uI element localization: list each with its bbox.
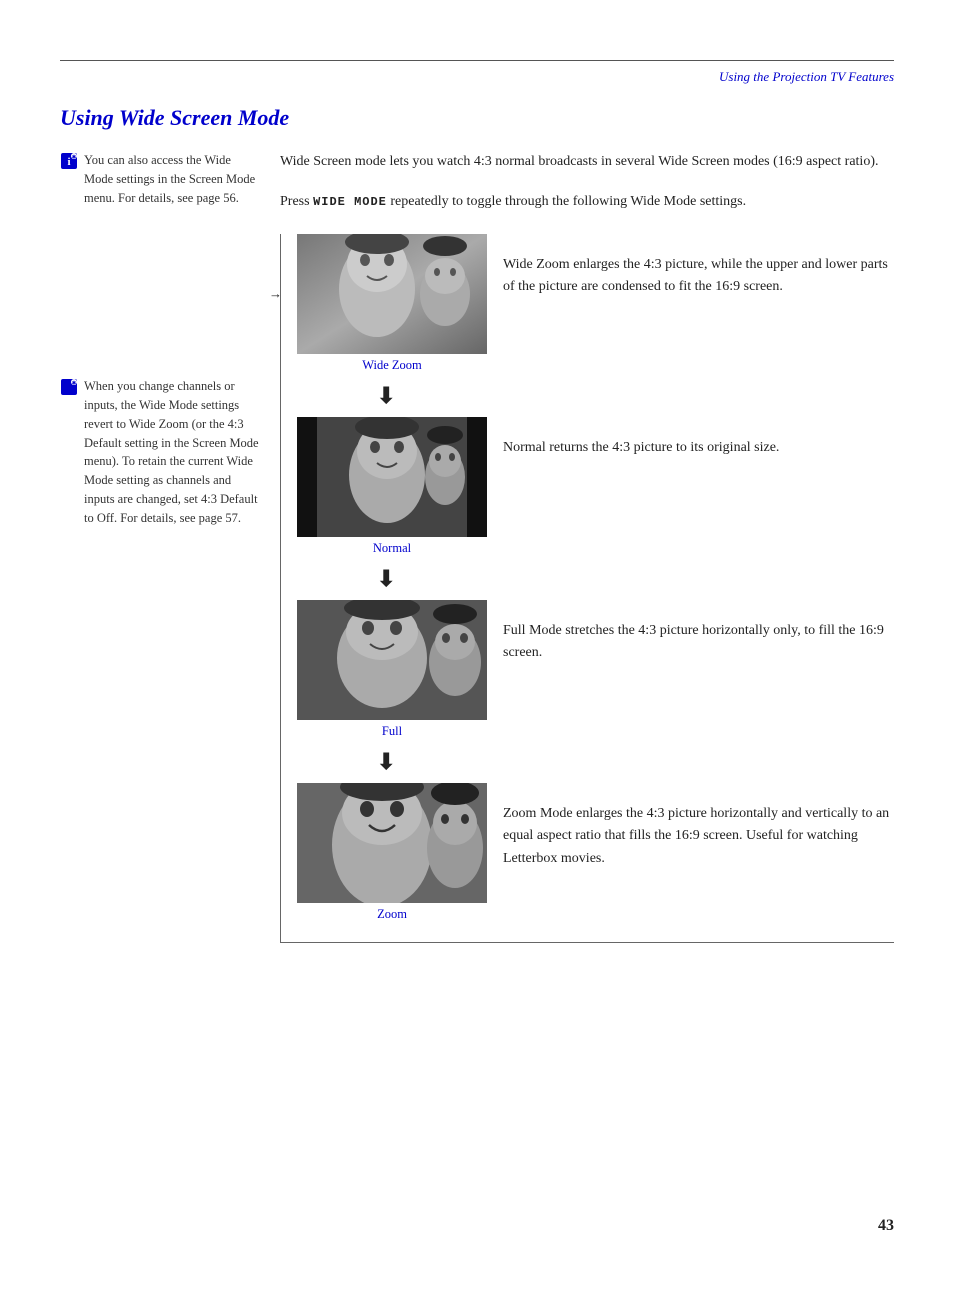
sidebar: i ✱ You can also access the Wide Mode se… <box>60 151 260 943</box>
mode-image-col-zoom: Zoom <box>297 783 487 922</box>
full-label: Full <box>382 724 402 739</box>
mode-image-col-normal: Normal <box>297 417 487 556</box>
zoom-description: Zoom Mode enlarges the 4:3 picture horiz… <box>503 783 894 870</box>
mode-image-full <box>297 600 487 720</box>
press-instruction: Press WIDE MODE repeatedly to toggle thr… <box>280 191 894 213</box>
zoom-label: Zoom <box>377 907 407 922</box>
mode-image-zoom <box>297 783 487 903</box>
wide-zoom-label: Wide Zoom <box>362 358 422 373</box>
modes-outer-box: → <box>280 234 894 943</box>
page-container: Using the Projection TV Features Using W… <box>0 60 954 1295</box>
arrow-down-1: ⬇ <box>377 383 894 409</box>
note-block-2: ✱ When you change channels or inputs, th… <box>60 377 260 527</box>
intro-text: Wide Screen mode lets you watch 4:3 norm… <box>280 151 894 173</box>
arrow-down-3: ⬇ <box>377 749 894 775</box>
chapter-title: Using the Projection TV Features <box>719 69 894 85</box>
wide-zoom-description: Wide Zoom enlarges the 4:3 picture, whil… <box>503 234 894 299</box>
mode-image-normal <box>297 417 487 537</box>
mode-image-col-full: Full <box>297 600 487 739</box>
content-right: Wide Screen mode lets you watch 4:3 norm… <box>280 151 894 943</box>
note-block-1: i ✱ You can also access the Wide Mode se… <box>60 151 260 207</box>
note-icon-1: i ✱ <box>60 152 78 170</box>
mode-row-zoom: Zoom Zoom Mode enlarges the 4:3 picture … <box>297 783 894 922</box>
arrow-down-2: ⬇ <box>377 566 894 592</box>
full-description: Full Mode stretches the 4:3 picture hori… <box>503 600 894 665</box>
mode-image-wide-zoom <box>297 234 487 354</box>
mode-row-normal: Normal Normal returns the 4:3 picture to… <box>297 417 894 556</box>
page-number: 43 <box>878 1217 894 1235</box>
section-title: Using Wide Screen Mode <box>60 105 894 131</box>
mode-row-wide-zoom: Wide Zoom Wide Zoom enlarges the 4:3 pic… <box>297 234 894 373</box>
main-content: i ✱ You can also access the Wide Mode se… <box>60 151 894 943</box>
normal-description: Normal returns the 4:3 picture to its or… <box>503 417 894 459</box>
note-text-2: When you change channels or inputs, the … <box>84 377 260 527</box>
arrow-indicator: → <box>269 286 282 302</box>
note-icon-2: ✱ <box>60 378 78 396</box>
page-header: Using the Projection TV Features <box>0 61 954 97</box>
svg-text:i: i <box>67 156 70 168</box>
mode-row-full: Full Full Mode stretches the 4:3 picture… <box>297 600 894 739</box>
mode-image-col-wide-zoom: Wide Zoom <box>297 234 487 373</box>
normal-label: Normal <box>373 541 411 556</box>
note-text-1: You can also access the Wide Mode settin… <box>84 151 260 207</box>
